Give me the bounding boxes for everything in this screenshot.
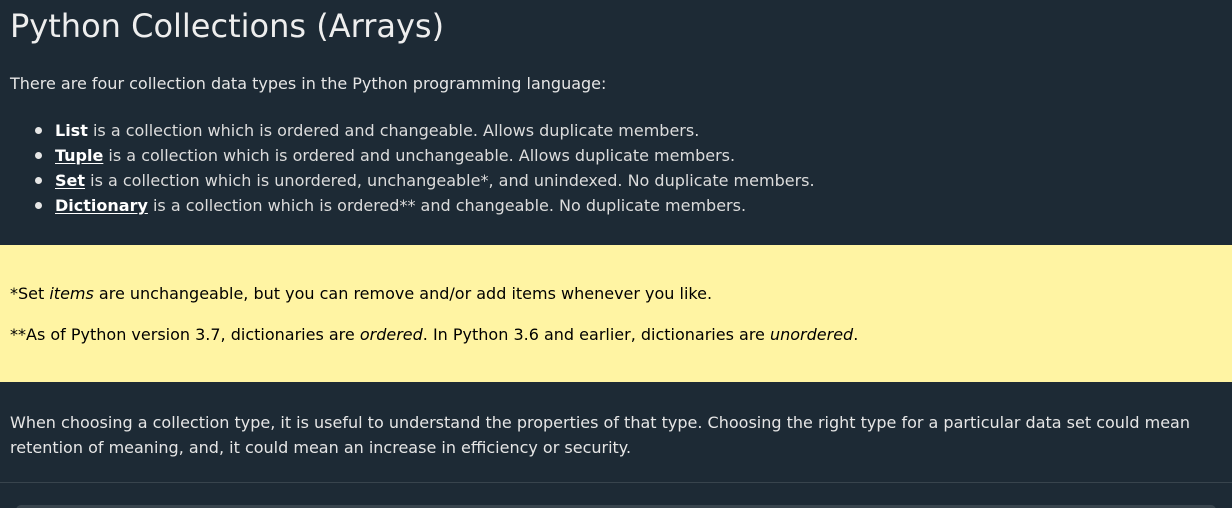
note-text: *Set (10, 284, 50, 303)
list-item: Tuple is a collection which is ordered a… (35, 143, 815, 168)
term-link-set[interactable]: Set (55, 171, 85, 190)
term-description: is a collection which is ordered and unc… (103, 146, 736, 165)
page-title: Python Collections (Arrays) (10, 7, 445, 45)
choose-text: When choosing a collection type, it is u… (10, 413, 1190, 457)
list-item: List is a collection which is ordered an… (35, 118, 815, 143)
note-emphasis: unordered (769, 325, 854, 344)
page: Python Collections (Arrays) There are fo… (0, 0, 1232, 508)
bullet-icon (35, 152, 42, 159)
note-set-items: *Set items are unchangeable, but you can… (10, 282, 712, 306)
bullet-icon (35, 202, 42, 209)
intro-text: There are four collection data types in … (10, 74, 607, 93)
section-divider (0, 482, 1232, 483)
note-emphasis: ordered (359, 325, 423, 344)
note-text: . (853, 325, 859, 344)
term-description: is a collection which is ordered** and c… (147, 196, 747, 215)
list-item: Dictionary is a collection which is orde… (35, 193, 815, 218)
term-link-tuple[interactable]: Tuple (55, 146, 103, 165)
note-text: . In Python 3.6 and earlier, dictionarie… (422, 325, 770, 344)
note-text: **As of Python version 3.7, dictionaries… (10, 325, 360, 344)
term-description: is a collection which is unordered, unch… (85, 171, 815, 190)
collection-types-list: List is a collection which is ordered an… (0, 118, 815, 218)
term-description: is a collection which is ordered and cha… (87, 121, 700, 140)
note-dictionary-order: **As of Python version 3.7, dictionaries… (10, 323, 858, 347)
list-item: Set is a collection which is unordered, … (35, 168, 815, 193)
term-link-dictionary[interactable]: Dictionary (55, 196, 148, 215)
note-text: are unchangeable, but you can remove and… (93, 284, 713, 303)
bullet-icon (35, 127, 42, 134)
note-panel: *Set items are unchangeable, but you can… (0, 245, 1232, 382)
term-list: List (55, 121, 88, 140)
bullet-icon (35, 177, 42, 184)
note-emphasis: items (49, 284, 94, 303)
